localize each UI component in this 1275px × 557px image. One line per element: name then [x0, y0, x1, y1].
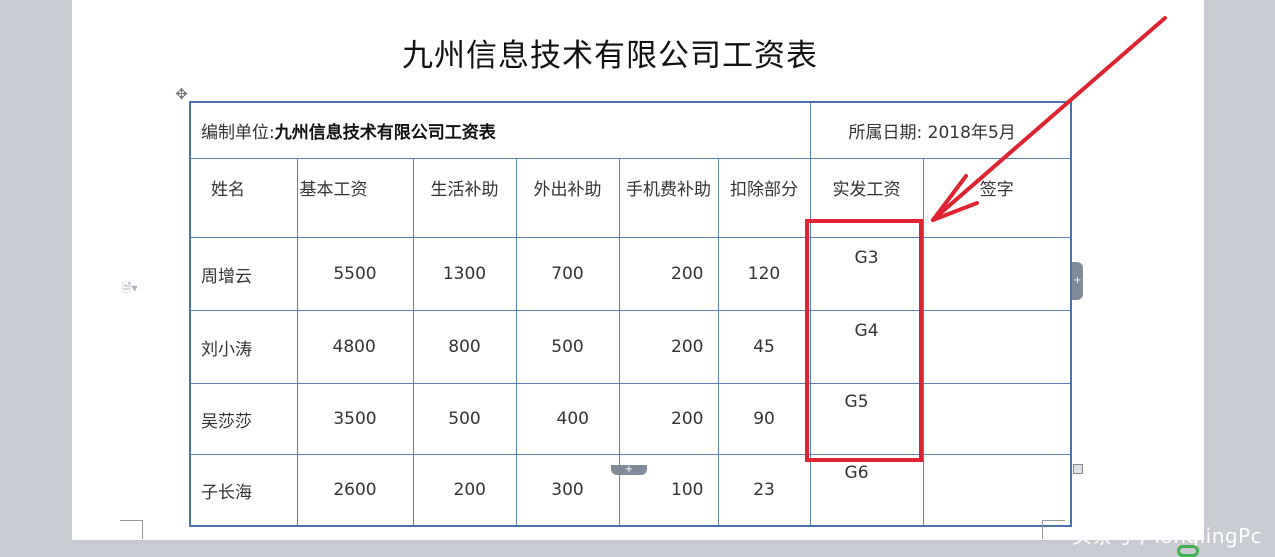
cell-sign[interactable]	[922, 310, 1072, 384]
header-deduct[interactable]: 扣除部分	[717, 158, 811, 238]
cell-base[interactable]: 4800	[296, 310, 414, 384]
org-value: 九州信息技术有限公司工资表	[274, 123, 496, 143]
plus-icon: +	[624, 464, 634, 475]
watermark: 头条号 / longlingPc	[1072, 524, 1263, 548]
decorative-mark	[1177, 545, 1199, 557]
cell-deduct[interactable]: 120	[717, 237, 811, 311]
page-title: 九州信息技术有限公司工资表	[402, 38, 818, 74]
cell-sign[interactable]	[922, 237, 1072, 311]
cell-deduct[interactable]: 23	[717, 454, 811, 527]
header-name[interactable]: 姓名	[189, 158, 298, 238]
table-row: 周增云 5500 1300 700 200 120 G3	[189, 237, 1072, 311]
add-row-button[interactable]: +	[611, 465, 647, 475]
cell-net[interactable]: G3	[809, 237, 924, 311]
move-arrows-icon[interactable]: ✥	[173, 86, 190, 103]
margin-corner-mark	[1042, 520, 1065, 539]
cell-phone[interactable]: 200	[618, 383, 719, 455]
date-cell[interactable]: 所属日期: 2018年5月	[809, 101, 1072, 159]
header-living[interactable]: 生活补助	[412, 158, 517, 238]
cell-deduct[interactable]: 45	[717, 310, 811, 384]
table-resize-handle[interactable]	[1073, 464, 1083, 474]
header-sign[interactable]: 签字	[922, 158, 1072, 238]
header-travel[interactable]: 外出补助	[515, 158, 620, 238]
cell-name[interactable]: 子长海	[189, 454, 298, 527]
cell-living[interactable]: 1300	[412, 237, 517, 311]
cell-base[interactable]: 5500	[296, 237, 414, 311]
table-row: 刘小涛 4800 800 500 200 45 G4	[189, 310, 1072, 384]
cell-living[interactable]: 500	[412, 383, 517, 455]
cell-travel[interactable]: 500	[515, 310, 620, 384]
cell-base[interactable]: 3500	[296, 383, 414, 455]
table-header-row: 姓名 基本工资 生活补助 外出补助 手机费补助 扣除部分 实发工资 签字	[189, 158, 1072, 238]
cell-deduct[interactable]: 90	[717, 383, 811, 455]
header-phone[interactable]: 手机费补助	[618, 158, 719, 238]
header-base[interactable]: 基本工资	[296, 158, 414, 238]
cell-phone[interactable]: 200	[618, 237, 719, 311]
cell-base[interactable]: 2600	[296, 454, 414, 527]
org-label: 编制单位:	[201, 123, 275, 143]
cell-net[interactable]: G6	[809, 454, 924, 527]
table-meta-row: 编制单位:九州信息技术有限公司工资表 所属日期: 2018年5月	[189, 101, 1072, 159]
cell-sign[interactable]	[922, 454, 1072, 527]
cell-net[interactable]: G4	[809, 310, 924, 384]
header-net[interactable]: 实发工资	[809, 158, 924, 238]
cell-travel[interactable]: 300	[515, 454, 620, 527]
org-cell[interactable]: 编制单位:九州信息技术有限公司工资表	[189, 101, 811, 159]
cell-net[interactable]: G5	[809, 383, 924, 455]
add-column-button[interactable]: +	[1072, 262, 1083, 300]
cell-travel[interactable]: 700	[515, 237, 620, 311]
cell-sign[interactable]	[922, 383, 1072, 455]
cell-name[interactable]: 周增云	[189, 237, 298, 311]
document-options-icon[interactable]: 🗎▾	[122, 280, 146, 296]
cell-name[interactable]: 吴莎莎	[189, 383, 298, 455]
cell-living[interactable]: 200	[412, 454, 517, 527]
table-row: 吴莎莎 3500 500 400 200 90 G5	[189, 383, 1072, 455]
cell-travel[interactable]: 400	[515, 383, 620, 455]
cell-living[interactable]: 800	[412, 310, 517, 384]
margin-corner-mark	[120, 520, 143, 539]
cell-phone[interactable]: 200	[618, 310, 719, 384]
plus-icon: +	[1073, 275, 1082, 286]
cell-name[interactable]: 刘小涛	[189, 310, 298, 384]
